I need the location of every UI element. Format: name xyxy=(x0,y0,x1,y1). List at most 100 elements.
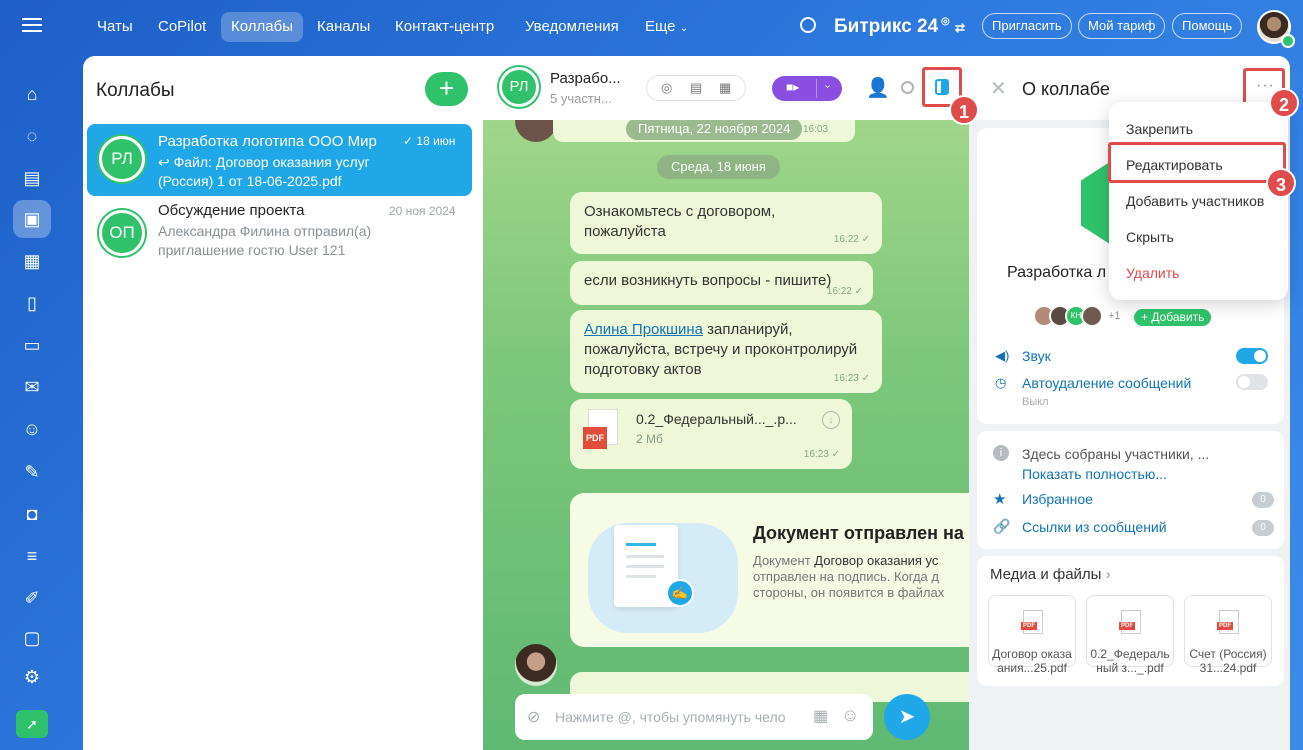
message-bubble[interactable]: Ознакомьтесь с договором, пожалуйста 16:… xyxy=(570,192,882,254)
close-icon[interactable]: ✕ xyxy=(990,76,1007,101)
favorites-link[interactable]: Избранное xyxy=(1022,491,1093,507)
autodelete-state: Выкл xyxy=(1022,396,1049,408)
tab-channels[interactable]: Каналы xyxy=(307,12,380,42)
list-item[interactable]: РЛ Разработка логотипа ООО Мир ✓ 18 июн … xyxy=(87,124,472,196)
task-icon[interactable]: ◎ xyxy=(661,80,672,96)
menu-item-hide[interactable]: Скрыть xyxy=(1109,220,1288,254)
member-avatars[interactable]: КН +1 xyxy=(1033,305,1121,329)
document-card-text: Документ Договор оказания ус отправлен н… xyxy=(753,553,945,600)
tab-copilot[interactable]: CoPilot xyxy=(148,12,216,42)
message-bubble[interactable]: Алина Прокшина запланируй, пожалуйста, в… xyxy=(570,310,882,393)
context-menu: Закрепить Редактировать Добавить участни… xyxy=(1109,102,1288,300)
file-name: Счет (Россия) 31...24.pdf xyxy=(1189,647,1267,675)
add-collab-button[interactable]: + xyxy=(425,72,468,106)
sound-toggle[interactable] xyxy=(1236,348,1268,364)
tariff-button[interactable]: Мой тариф xyxy=(1078,13,1166,39)
top-navigation: Чаты CoPilot Коллабы Каналы Контакт-цент… xyxy=(0,0,1303,56)
document-icon[interactable]: ▤ xyxy=(690,80,702,96)
mail-icon[interactable]: ✉ xyxy=(18,373,46,401)
info-icon: i xyxy=(993,445,1009,461)
calendar-icon[interactable]: ▦ xyxy=(18,247,46,275)
invite-button[interactable]: Пригласить xyxy=(982,13,1072,39)
link-icon: 🔗 xyxy=(993,518,1011,534)
message-links-link[interactable]: Ссылки из сообщений xyxy=(1022,519,1167,535)
add-member-icon[interactable]: 👤 xyxy=(866,76,890,100)
tab-more[interactable]: Еще ⌄ xyxy=(635,12,698,42)
tab-contact-center[interactable]: Контакт-центр xyxy=(385,12,504,42)
mention-link[interactable]: Алина Прокшина xyxy=(584,321,703,338)
tab-notifications[interactable]: Уведомления xyxy=(515,12,629,42)
chat-avatar[interactable]: РЛ xyxy=(499,67,539,107)
help-button[interactable]: Помощь xyxy=(1172,13,1243,39)
settings-icon[interactable]: ⚙ xyxy=(18,663,46,691)
autodelete-toggle[interactable] xyxy=(1236,374,1268,390)
calendar-icon[interactable]: ▦ xyxy=(719,80,731,96)
sound-icon: ◀) xyxy=(995,348,1010,363)
search-icon[interactable] xyxy=(901,81,914,94)
document-sent-card[interactable]: ✍ Документ отправлен на Документ Договор… xyxy=(570,493,969,647)
edit-item-highlight xyxy=(1108,142,1286,183)
home-icon[interactable]: ⌂ xyxy=(18,80,46,108)
video-call-button[interactable]: ■▸ ⌄ xyxy=(772,76,842,101)
sound-label[interactable]: Звук xyxy=(1022,348,1051,364)
team-icon[interactable]: ☺ xyxy=(18,415,46,443)
step-badge-1: 1 xyxy=(949,95,979,125)
feed-icon[interactable]: ◌ xyxy=(18,122,46,150)
documents-icon[interactable]: ▯ xyxy=(18,289,46,317)
file-message[interactable]: PDF 0.2_Федеральный..._.p... 2 Мб ↓ 16:2… xyxy=(570,399,852,469)
collab-avatar: РЛ xyxy=(99,136,145,182)
media-files-card: Медиа и файлы › Договор оказа ания...25.… xyxy=(977,556,1284,686)
message-input[interactable]: ⊘ Нажмите @, чтобы упомянуть чело ▦ ☺ xyxy=(515,694,873,740)
chat-icon[interactable]: ▣ xyxy=(18,205,46,233)
crm-icon[interactable]: ▭ xyxy=(18,331,46,359)
message-text: Алина Прокшина запланируй, пожалуйста, в… xyxy=(584,321,858,378)
file-name: 0.2_Федераль ный з..._.pdf xyxy=(1090,647,1170,675)
send-button[interactable]: ➤ xyxy=(884,694,930,740)
add-member-button[interactable]: + Добавить xyxy=(1134,309,1212,326)
list-item-date: ✓ 18 июн xyxy=(403,134,456,148)
chat-members-count[interactable]: 5 участн... xyxy=(550,91,612,106)
message-time: 16:03 xyxy=(803,124,829,135)
edit-doc-icon[interactable]: ✐ xyxy=(18,584,46,612)
file-name[interactable]: 0.2_Федеральный..._.p... xyxy=(636,409,797,429)
file-name: Договор оказа ания...25.pdf xyxy=(992,647,1072,675)
input-placeholder: Нажмите @, чтобы упомянуть чело xyxy=(555,709,786,725)
chart-icon[interactable]: ▢ xyxy=(18,624,46,652)
menu-item-add-members[interactable]: Добавить участников xyxy=(1109,184,1288,218)
chat-header: РЛ Разрабо... 5 участн... ◎ ▤ ▦ ■▸ ⌄ 👤 xyxy=(483,56,969,120)
right-panel-title: О коллабе xyxy=(1022,79,1110,99)
pdf-icon xyxy=(1021,610,1043,634)
menu-icon[interactable] xyxy=(22,18,42,32)
rocket-icon[interactable]: ➚ xyxy=(16,710,48,738)
show-more-link[interactable]: Показать полностью... xyxy=(1022,466,1167,482)
pdf-icon xyxy=(1119,610,1141,634)
sidebar-panel-icon[interactable] xyxy=(935,79,949,95)
collab-avatar: ОП xyxy=(99,210,145,256)
message-bubble[interactable]: если возникнуть вопросы - пишите) 16:22 … xyxy=(570,261,873,305)
attach-icon[interactable]: ⊘ xyxy=(527,707,540,727)
chevron-down-icon[interactable]: ⌄ xyxy=(823,78,832,91)
tab-collabs[interactable]: Коллабы xyxy=(221,12,303,42)
apps-icon[interactable]: ▦ xyxy=(813,706,828,726)
search-icon[interactable] xyxy=(800,17,816,33)
tab-chats[interactable]: Чаты xyxy=(87,12,143,42)
date-separator: Среда, 18 июня xyxy=(657,155,780,179)
chat-area: Пятница, 22 ноября 2024 16:03 Среда, 18 … xyxy=(483,56,969,750)
sign-icon[interactable]: ✎ xyxy=(18,458,46,486)
autodelete-label[interactable]: Автоудаление сообщений xyxy=(1022,375,1191,391)
sender-avatar xyxy=(515,644,557,686)
message-time: 16:23 ✓ xyxy=(803,449,840,460)
step-badge-2: 2 xyxy=(1269,88,1299,118)
funnel-icon[interactable]: ≡ xyxy=(18,542,46,570)
brand-logo[interactable]: Битрикс 24 ◎ ⇄ xyxy=(834,16,965,38)
emoji-icon[interactable]: ☺ xyxy=(841,705,859,726)
bot-icon[interactable]: ◘ xyxy=(18,500,46,528)
tasks-icon[interactable]: ▤ xyxy=(18,164,46,192)
menu-item-delete[interactable]: Удалить xyxy=(1109,256,1288,290)
download-icon[interactable]: ↓ xyxy=(822,411,840,429)
collab-name: Разработка л xyxy=(1007,264,1107,281)
list-item[interactable]: ОП Обсуждение проекта 20 ноя 2024 Алекса… xyxy=(87,198,472,268)
menu-item-pin[interactable]: Закрепить xyxy=(1109,112,1288,146)
chat-title[interactable]: Разрабо... xyxy=(550,70,621,87)
media-files-title[interactable]: Медиа и файлы › xyxy=(990,566,1111,583)
